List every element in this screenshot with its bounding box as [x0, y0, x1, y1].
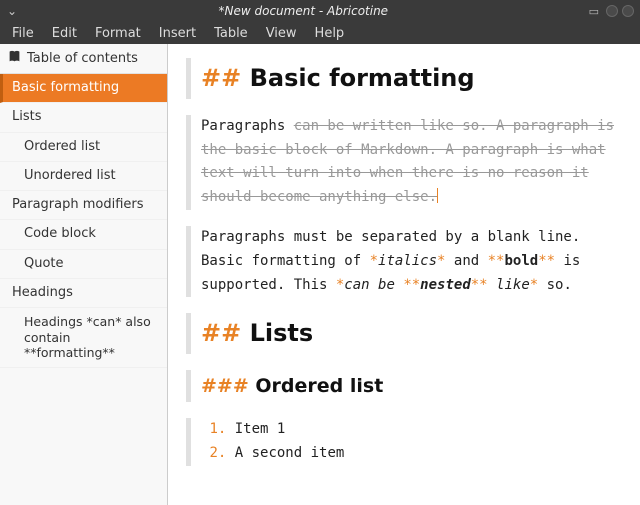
minimize-button[interactable] [606, 5, 618, 17]
restore-icon[interactable]: ▭ [589, 5, 602, 18]
nested-dstar-close: ** [471, 277, 488, 293]
menu-bar: File Edit Format Insert Table View Help [0, 22, 640, 44]
heading-lists[interactable]: ## Lists [186, 313, 622, 354]
toc-item-basic-formatting[interactable]: Basic formatting [0, 74, 167, 103]
ol-text: Item 1 [226, 421, 285, 437]
nested-star-close: * [530, 277, 538, 293]
heading-marker: ### [201, 375, 255, 397]
menu-table[interactable]: Table [206, 24, 256, 43]
sidebar-title: Table of contents [27, 51, 138, 66]
heading-ordered-list[interactable]: ### Ordered list [186, 370, 622, 402]
dstar-open: ** [488, 253, 505, 269]
ol-number: 1. [209, 421, 226, 437]
window-title: *New document - Abricotine [18, 4, 589, 18]
list-item[interactable]: 1. Item 1 [201, 418, 622, 442]
window-titlebar: ⌄ *New document - Abricotine ▭ [0, 0, 640, 22]
heading-marker: ## [201, 64, 250, 92]
toc-item-paragraph-modifiers[interactable]: Paragraph modifiers [0, 191, 167, 220]
toc-item-ordered-list[interactable]: Ordered list [0, 133, 167, 162]
toc-item-code-block[interactable]: Code block [0, 220, 167, 249]
menu-view[interactable]: View [258, 24, 305, 43]
menu-format[interactable]: Format [87, 24, 149, 43]
toc-item-quote[interactable]: Quote [0, 250, 167, 279]
nested-bold: nested [420, 277, 471, 293]
content-area: Table of contents Basic formatting Lists… [0, 44, 640, 505]
paragraph-formatting-demo[interactable]: Paragraphs must be separated by a blank … [186, 226, 622, 297]
sidebar-header: Table of contents [0, 44, 167, 74]
menu-edit[interactable]: Edit [44, 24, 85, 43]
star-open: * [370, 253, 378, 269]
toc-item-headings-formatting[interactable]: Headings *can* also contain **formatting… [0, 308, 167, 368]
book-icon [8, 50, 21, 67]
editor-pane[interactable]: ## Basic formatting Paragraphs can be wr… [168, 44, 640, 505]
ol-number: 2. [209, 445, 226, 461]
toc-list: Basic formatting Lists Ordered list Unor… [0, 74, 167, 505]
toc-item-lists[interactable]: Lists [0, 103, 167, 132]
nested-a: can be [344, 277, 403, 293]
bold-word: bold [504, 253, 538, 269]
list-item[interactable]: 2. A second item [201, 442, 622, 466]
toc-item-unordered-list[interactable]: Unordered list [0, 162, 167, 191]
heading-text: Basic formatting [250, 64, 475, 92]
p2-part-b: and [445, 253, 487, 269]
nested-b: like [488, 277, 530, 293]
nested-dstar-open: ** [403, 277, 420, 293]
heading-marker: ## [201, 319, 250, 347]
heading-text: Ordered list [255, 375, 383, 397]
window-controls: ▭ [589, 5, 634, 18]
sidebar: Table of contents Basic formatting Lists… [0, 44, 168, 505]
paragraph-prefix: Paragraphs [201, 118, 294, 134]
text-cursor [437, 188, 438, 203]
p2-part-d: so. [538, 277, 572, 293]
ol-text: A second item [226, 445, 344, 461]
italics-word: italics [378, 253, 437, 269]
heading-text: Lists [250, 319, 314, 347]
menu-file[interactable]: File [4, 24, 42, 43]
menu-help[interactable]: Help [307, 24, 353, 43]
maximize-button[interactable] [622, 5, 634, 17]
toc-item-headings[interactable]: Headings [0, 279, 167, 308]
paragraph-struck[interactable]: Paragraphs can be written like so. A par… [186, 115, 622, 210]
chevron-down-icon[interactable]: ⌄ [6, 4, 18, 18]
dstar-close: ** [538, 253, 555, 269]
ordered-list[interactable]: 1. Item 1 2. A second item [186, 418, 622, 466]
menu-insert[interactable]: Insert [151, 24, 204, 43]
heading-basic-formatting[interactable]: ## Basic formatting [186, 58, 622, 99]
